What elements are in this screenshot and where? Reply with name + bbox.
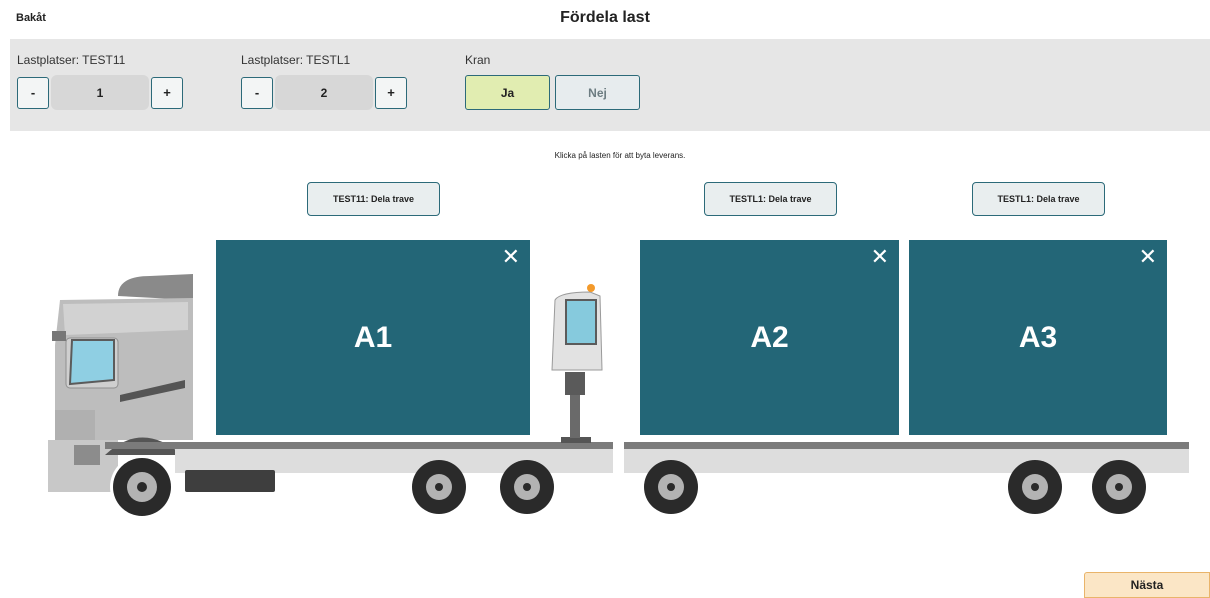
cargo-slot-a1[interactable]: ✕ A1 [216,240,530,435]
cargo-slot-a3[interactable]: ✕ A3 [909,240,1167,435]
crane-illustration [551,284,603,443]
truck-cab [48,274,193,492]
next-button[interactable]: Nästa [1084,572,1210,598]
close-icon[interactable]: ✕ [502,246,520,268]
cargo-slot-a2[interactable]: ✕ A2 [640,240,899,435]
cargo-label: A2 [750,320,789,354]
trailer-chassis [624,442,1189,449]
close-icon[interactable]: ✕ [1139,246,1157,268]
close-icon[interactable]: ✕ [871,246,889,268]
truck-chassis [105,442,613,449]
cargo-label: A3 [1018,320,1058,354]
cargo-label: A1 [353,320,393,354]
